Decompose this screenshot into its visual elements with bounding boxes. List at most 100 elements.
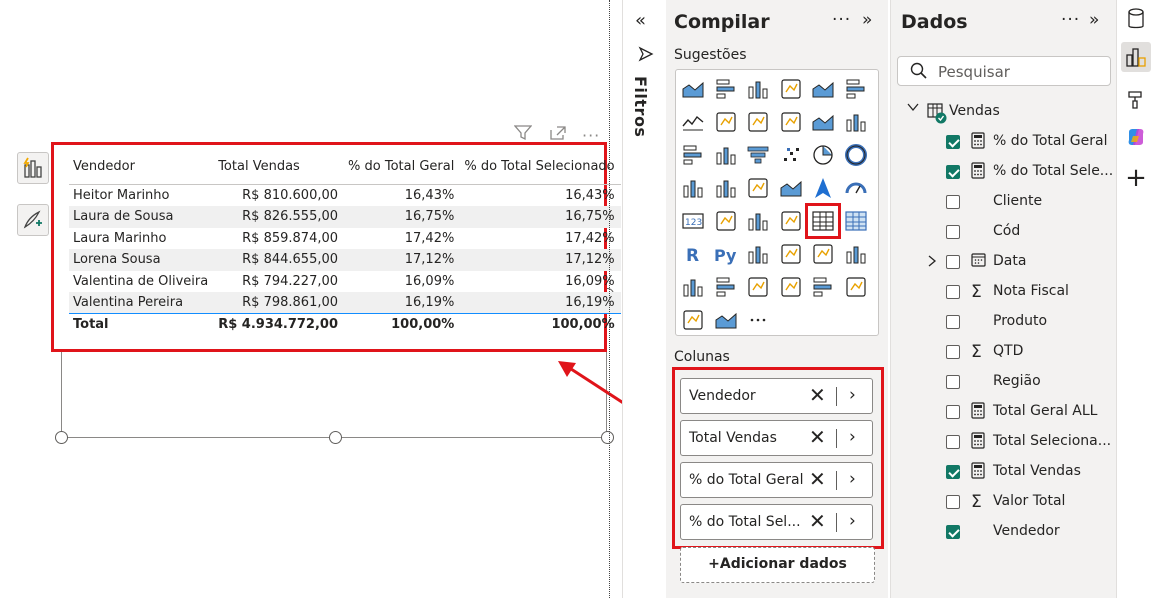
table-name[interactable]: Vendas [949, 103, 1000, 119]
field-label[interactable]: Cliente [993, 193, 1042, 209]
remove-icon[interactable]: ✕ [809, 384, 826, 406]
field-checkbox[interactable] [946, 285, 960, 299]
more-options-icon[interactable]: ··· [832, 10, 851, 30]
format-pane-button[interactable] [1121, 84, 1151, 114]
remove-icon[interactable]: ✕ [809, 468, 826, 490]
field-checkbox[interactable] [946, 375, 960, 389]
field-label[interactable]: Total Seleciona... [993, 433, 1111, 449]
field-checkbox[interactable] [946, 525, 960, 539]
field-label[interactable]: Região [993, 373, 1041, 389]
chevron-right-icon[interactable]: › [849, 385, 856, 405]
line-chart-icon[interactable] [680, 109, 706, 135]
azure-map-icon[interactable] [810, 175, 836, 201]
qa-icon[interactable] [810, 241, 836, 267]
chevron-right-icon[interactable]: › [849, 469, 856, 489]
key-influencers-icon[interactable] [745, 241, 771, 267]
field-label[interactable]: % do Total Sele... [993, 163, 1113, 179]
line-stacked-column-chart-icon[interactable] [810, 109, 836, 135]
resize-handle[interactable] [329, 431, 342, 444]
column-well[interactable]: % do Total Sel... ✕ › [680, 504, 873, 540]
100-stacked-area-chart-icon[interactable] [778, 109, 804, 135]
field-label[interactable]: Produto [993, 313, 1047, 329]
field-label[interactable]: Data [993, 253, 1026, 269]
visual-suggestions-button[interactable] [17, 152, 49, 184]
column-well[interactable]: Total Vendas ✕ › [680, 420, 873, 456]
python-visual-icon[interactable]: Py [713, 241, 739, 267]
pie-chart-icon[interactable] [810, 142, 836, 168]
column-well[interactable]: Vendedor ✕ › [680, 378, 873, 414]
slicer-icon[interactable] [778, 208, 804, 234]
field-label[interactable]: Valor Total [993, 493, 1065, 509]
treemap-icon[interactable] [680, 175, 706, 201]
field-checkbox[interactable] [946, 495, 960, 509]
filled-map-icon[interactable] [745, 175, 771, 201]
field-checkbox[interactable] [946, 225, 960, 239]
format-visual-button[interactable] [17, 204, 49, 236]
field-label[interactable]: Vendedor [993, 523, 1060, 539]
table-row[interactable]: Laura Marinho R$ 859.874,00 17,42% 17,42% [69, 228, 621, 250]
report-canvas[interactable]: ··· Vendedor Total Vendas % do Total Ger… [0, 0, 666, 598]
collapse-chevron-icon[interactable]: » [862, 10, 873, 30]
shape-map-icon[interactable] [778, 175, 804, 201]
chevron-down-icon[interactable] [906, 101, 920, 117]
filters-pane-collapsed[interactable]: « Filtros [622, 0, 666, 598]
remove-icon[interactable]: ✕ [809, 510, 826, 532]
chevron-right-icon[interactable]: › [849, 427, 856, 447]
table-row[interactable]: Heitor Marinho R$ 810.600,00 16,43% 16,43% [69, 184, 621, 206]
table-row[interactable]: Valentina de Oliveira R$ 794.227,00 16,09%… [69, 271, 621, 293]
field-checkbox[interactable] [946, 165, 960, 179]
column-header[interactable]: % do Total Selecionado [460, 155, 620, 185]
table-row[interactable]: Laura de Sousa R$ 826.555,00 16,75% 16,75% [69, 206, 621, 228]
metrics-icon[interactable] [680, 274, 706, 300]
stacked-column-chart-icon[interactable] [713, 76, 739, 102]
field-label[interactable]: Cód [993, 223, 1020, 239]
field-label[interactable]: QTD [993, 343, 1023, 359]
arcgis-icon[interactable] [680, 307, 706, 333]
gauge-icon[interactable] [843, 175, 869, 201]
build-pane-button[interactable] [1121, 42, 1151, 72]
column-well[interactable]: % do Total Geral ✕ › [680, 462, 873, 498]
100-stacked-column-chart-icon[interactable] [843, 76, 869, 102]
field-checkbox[interactable] [946, 405, 960, 419]
field-label[interactable]: % do Total Geral [993, 133, 1108, 149]
r-visual-icon[interactable]: R [680, 241, 706, 267]
ribbon-chart-icon[interactable] [680, 142, 706, 168]
smart-narrative-icon[interactable] [843, 241, 869, 267]
map-icon[interactable] [713, 175, 739, 201]
paginated-report-icon[interactable] [713, 274, 739, 300]
stacked-bar-chart-icon[interactable] [680, 76, 706, 102]
field-checkbox[interactable] [946, 345, 960, 359]
donut-chart-icon[interactable] [843, 142, 869, 168]
card-icon[interactable]: 123 [680, 208, 706, 234]
kpi-icon[interactable] [745, 208, 771, 234]
resize-handle[interactable] [55, 431, 68, 444]
field-checkbox[interactable] [946, 465, 960, 479]
expand-chevron-icon[interactable]: « [635, 10, 646, 31]
new-slicer-icon[interactable] [843, 274, 869, 300]
new-card-icon[interactable] [810, 274, 836, 300]
area-chart-icon[interactable] [713, 109, 739, 135]
field-checkbox[interactable] [946, 435, 960, 449]
waterfall-chart-icon[interactable] [713, 142, 739, 168]
field-checkbox[interactable] [946, 195, 960, 209]
multi-row-card-icon[interactable] [713, 208, 739, 234]
decomposition-tree-icon[interactable] [778, 241, 804, 267]
power-automate-icon[interactable] [778, 274, 804, 300]
copilot-button[interactable] [1121, 122, 1151, 152]
column-header[interactable]: Total Vendas [214, 155, 344, 185]
collapse-chevron-icon[interactable]: » [1089, 10, 1100, 30]
filters-label[interactable]: Filtros [631, 76, 650, 137]
more-visuals-icon[interactable] [745, 307, 771, 333]
line-clustered-column-chart-icon[interactable] [843, 109, 869, 135]
matrix-icon[interactable] [843, 208, 869, 234]
clustered-bar-chart-icon[interactable] [745, 76, 771, 102]
field-label[interactable]: Nota Fiscal [993, 283, 1069, 299]
field-label[interactable]: Total Geral ALL [993, 403, 1097, 419]
chevron-right-icon[interactable] [927, 254, 937, 272]
stacked-area-chart-icon[interactable] [745, 109, 771, 135]
field-label[interactable]: Total Vendas [993, 463, 1081, 479]
field-checkbox[interactable] [946, 135, 960, 149]
100-stacked-bar-chart-icon[interactable] [810, 76, 836, 102]
button-slicer-icon[interactable] [713, 307, 739, 333]
column-header[interactable]: % do Total Geral [344, 155, 460, 185]
